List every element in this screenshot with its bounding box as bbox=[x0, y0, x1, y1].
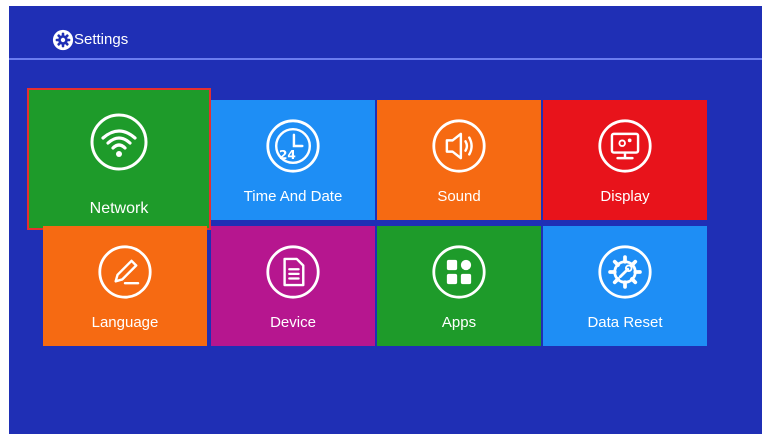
tile-apps[interactable]: Apps bbox=[377, 226, 541, 346]
tile-label: Network bbox=[89, 200, 149, 217]
settings-screen: Settings Network 24 Time And Date Sound bbox=[9, 6, 762, 434]
header: Settings bbox=[9, 6, 762, 64]
tile-label: Time And Date bbox=[243, 188, 343, 205]
monitor-icon bbox=[598, 119, 652, 173]
tile-time-and-date[interactable]: 24 Time And Date bbox=[211, 100, 375, 220]
document-icon bbox=[266, 245, 320, 299]
gear-icon bbox=[52, 29, 74, 51]
clock-24-icon: 24 bbox=[266, 119, 320, 173]
tile-data-reset[interactable]: Data Reset bbox=[543, 226, 707, 346]
apps-grid-icon bbox=[432, 245, 486, 299]
tile-label: Sound bbox=[437, 188, 481, 205]
tile-label: Device bbox=[270, 314, 316, 331]
tile-sound[interactable]: Sound bbox=[377, 100, 541, 220]
pencil-icon bbox=[98, 245, 152, 299]
tile-display[interactable]: Display bbox=[543, 100, 707, 220]
gear-wrench-icon bbox=[598, 245, 652, 299]
header-divider bbox=[9, 58, 762, 60]
tile-label: Display bbox=[600, 188, 650, 205]
tile-network[interactable]: Network bbox=[27, 88, 211, 230]
tile-label: Data Reset bbox=[587, 314, 663, 331]
tile-label: Apps bbox=[441, 314, 477, 331]
tile-language[interactable]: Language bbox=[43, 226, 207, 346]
wifi-icon bbox=[90, 113, 148, 171]
page-title: Settings bbox=[74, 31, 129, 48]
speaker-icon bbox=[432, 119, 486, 173]
tile-label: Language bbox=[91, 314, 159, 331]
tile-device[interactable]: Device bbox=[211, 226, 375, 346]
svg-text:24: 24 bbox=[279, 148, 296, 162]
